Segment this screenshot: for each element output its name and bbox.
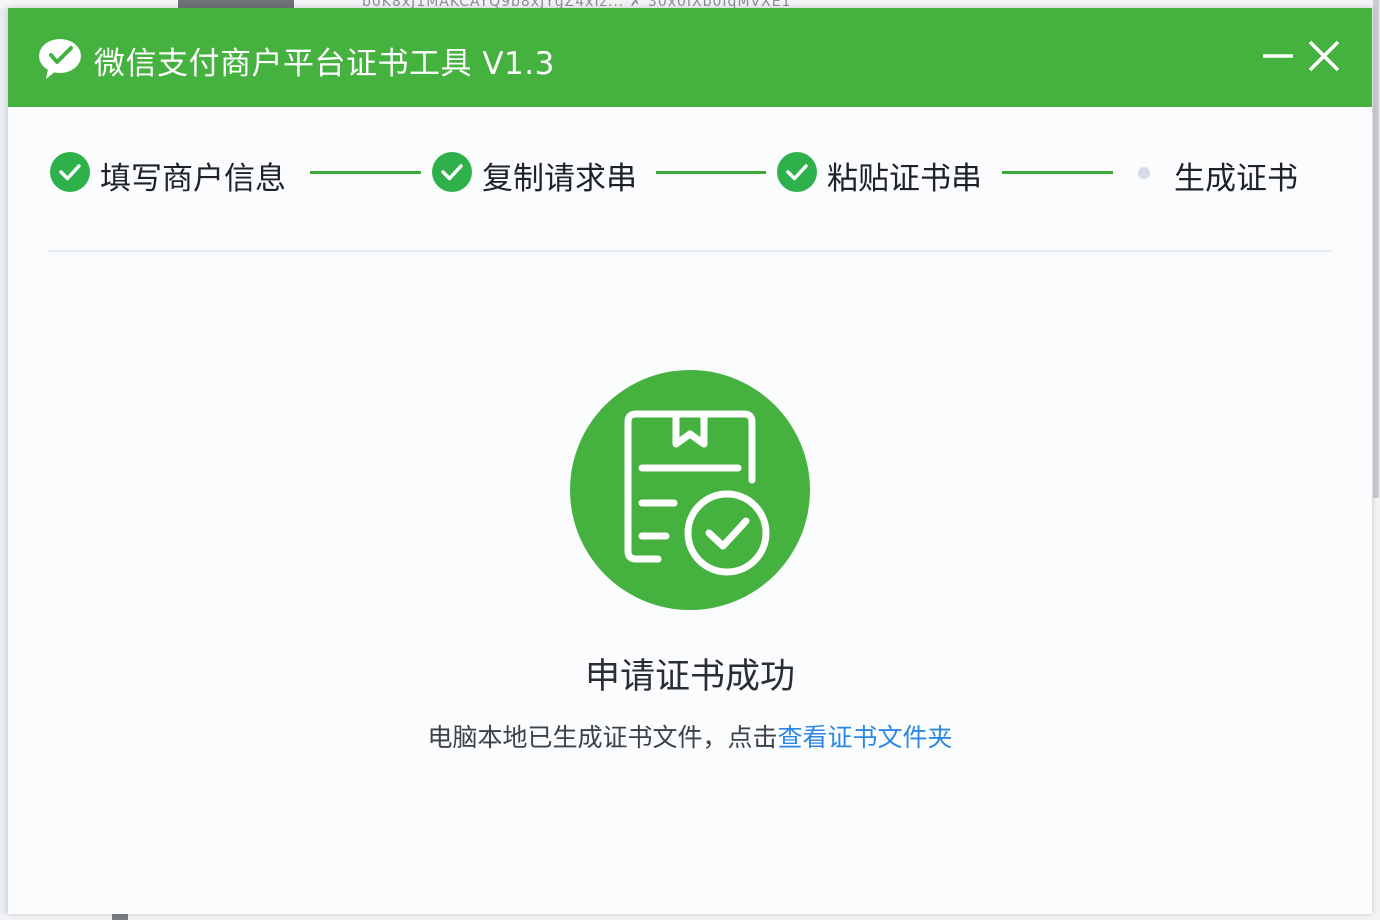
step-check-icon (50, 152, 90, 192)
certificate-tool-window: 微信支付商户平台证书工具 V1.3 填写商户信息 复制请求串 粘贴证书串 生成证… (8, 8, 1372, 914)
open-certificate-folder-link[interactable]: 查看证书文件夹 (778, 723, 953, 752)
background-scrollbar-thumb (1373, 0, 1379, 498)
step-connector (1002, 171, 1113, 174)
background-bottom-strip (0, 914, 1380, 920)
background-window-strip: b0K8xJ1MAKCAYQ9b8xJYgZ4xIz... ✗ 30x0IXb0… (0, 0, 1380, 8)
background-bottom-block (112, 914, 128, 920)
step-check-icon (432, 152, 472, 192)
result-description: 电脑本地已生成证书文件，点击查看证书文件夹 (8, 718, 1372, 754)
result-title: 申请证书成功 (584, 657, 795, 697)
step-label-copy-request: 复制请求串 (482, 161, 637, 197)
minimize-button[interactable] (1260, 38, 1296, 74)
minimize-icon (1263, 54, 1293, 58)
step-check-icon (777, 152, 817, 192)
background-block (178, 0, 294, 8)
background-partial-text: b0K8xJ1MAKCAYQ9b8xJYgZ4xIz... ✗ 30x0IXb0… (362, 0, 792, 8)
close-icon (1308, 40, 1340, 72)
certificate-success-icon (570, 370, 810, 610)
step-connector (310, 171, 421, 174)
step-connector (656, 171, 766, 174)
step-label-fill-merchant-info: 填写商户信息 (100, 161, 286, 197)
result-description-text: 电脑本地已生成证书文件，点击 (427, 723, 778, 752)
step-progress: 填写商户信息 复制请求串 粘贴证书串 生成证书 (8, 107, 1372, 252)
title-bar[interactable]: 微信支付商户平台证书工具 V1.3 (8, 8, 1372, 107)
divider (48, 250, 1332, 252)
step-label-paste-certificate: 粘贴证书串 (827, 161, 982, 197)
wechat-pay-logo-icon (39, 39, 81, 79)
background-scrollbar (1372, 0, 1380, 920)
step-pending-dot-icon (1138, 167, 1150, 179)
step-label-generate-certificate: 生成证书 (1174, 161, 1298, 197)
window-title: 微信支付商户平台证书工具 V1.3 (94, 46, 555, 82)
close-button[interactable] (1306, 38, 1342, 74)
